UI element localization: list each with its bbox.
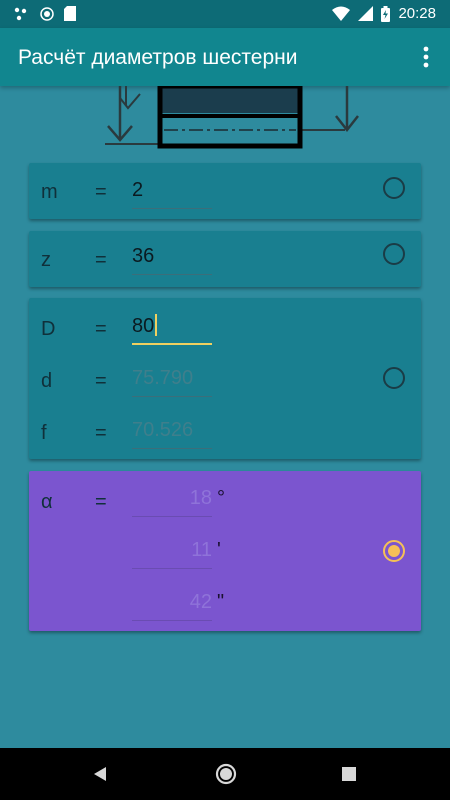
clock: 20:28 <box>398 5 436 22</box>
app-bar: Расчёт диаметров шестерни <box>0 28 450 86</box>
text-cursor <box>155 314 158 336</box>
teeth-label: z <box>41 249 51 271</box>
wifi-icon <box>332 6 351 21</box>
teeth-radio[interactable] <box>383 243 405 265</box>
battery-icon <box>381 5 391 22</box>
module-card[interactable]: m = 2 <box>29 163 421 219</box>
gear-diagram <box>105 86 359 149</box>
status-right: 20:28 <box>332 5 436 22</box>
angle-radio[interactable] <box>383 540 405 562</box>
teeth-equals: = <box>95 249 107 271</box>
angle-degrees-input[interactable]: 18 <box>132 483 212 517</box>
angle-card[interactable]: α = 18 ° 11 ' 42 " <box>29 471 421 631</box>
minutes-unit: ' <box>217 539 221 561</box>
angle-seconds-input[interactable]: 42 <box>132 587 212 621</box>
angle-label: α <box>41 491 53 513</box>
pitch-diameter-input[interactable]: 75.790 <box>132 363 212 397</box>
navigation-bar <box>0 748 450 800</box>
status-left <box>14 6 76 21</box>
diameters-radio[interactable] <box>383 367 405 389</box>
root-diameter-input[interactable]: 70.526 <box>132 415 212 449</box>
pitch-diameter-equals: = <box>95 370 107 392</box>
module-equals: = <box>95 181 107 203</box>
seconds-unit: " <box>217 591 225 613</box>
angle-minutes-input[interactable]: 11 <box>132 535 212 569</box>
status-bar: 20:28 <box>0 0 450 28</box>
outer-diameter-value: 80 <box>132 315 155 337</box>
degrees-unit: ° <box>217 487 225 509</box>
diameters-card[interactable]: D = 80 d = 75.790 f = 70.526 <box>29 298 421 459</box>
pitch-diameter-label: d <box>41 370 53 392</box>
circle-icon <box>40 6 54 21</box>
module-radio[interactable] <box>383 177 405 199</box>
teeth-input[interactable]: 36 <box>132 241 212 275</box>
module-label: m <box>41 181 58 203</box>
outer-diameter-input[interactable]: 80 <box>132 310 212 345</box>
sd-card-icon <box>64 6 76 21</box>
dots-icon <box>14 7 27 20</box>
root-diameter-label: f <box>41 422 47 444</box>
app-title: Расчёт диаметров шестерни <box>18 46 298 69</box>
angle-equals: = <box>95 491 107 513</box>
root-diameter-equals: = <box>95 422 107 444</box>
recents-icon[interactable] <box>342 767 356 781</box>
teeth-card[interactable]: z = 36 <box>29 231 421 287</box>
back-icon[interactable] <box>93 766 107 782</box>
home-icon[interactable] <box>215 763 237 785</box>
signal-icon <box>358 6 374 21</box>
outer-diameter-label: D <box>41 318 56 340</box>
more-vert-icon[interactable] <box>416 44 436 70</box>
module-input[interactable]: 2 <box>132 175 212 209</box>
outer-diameter-equals: = <box>95 318 107 340</box>
